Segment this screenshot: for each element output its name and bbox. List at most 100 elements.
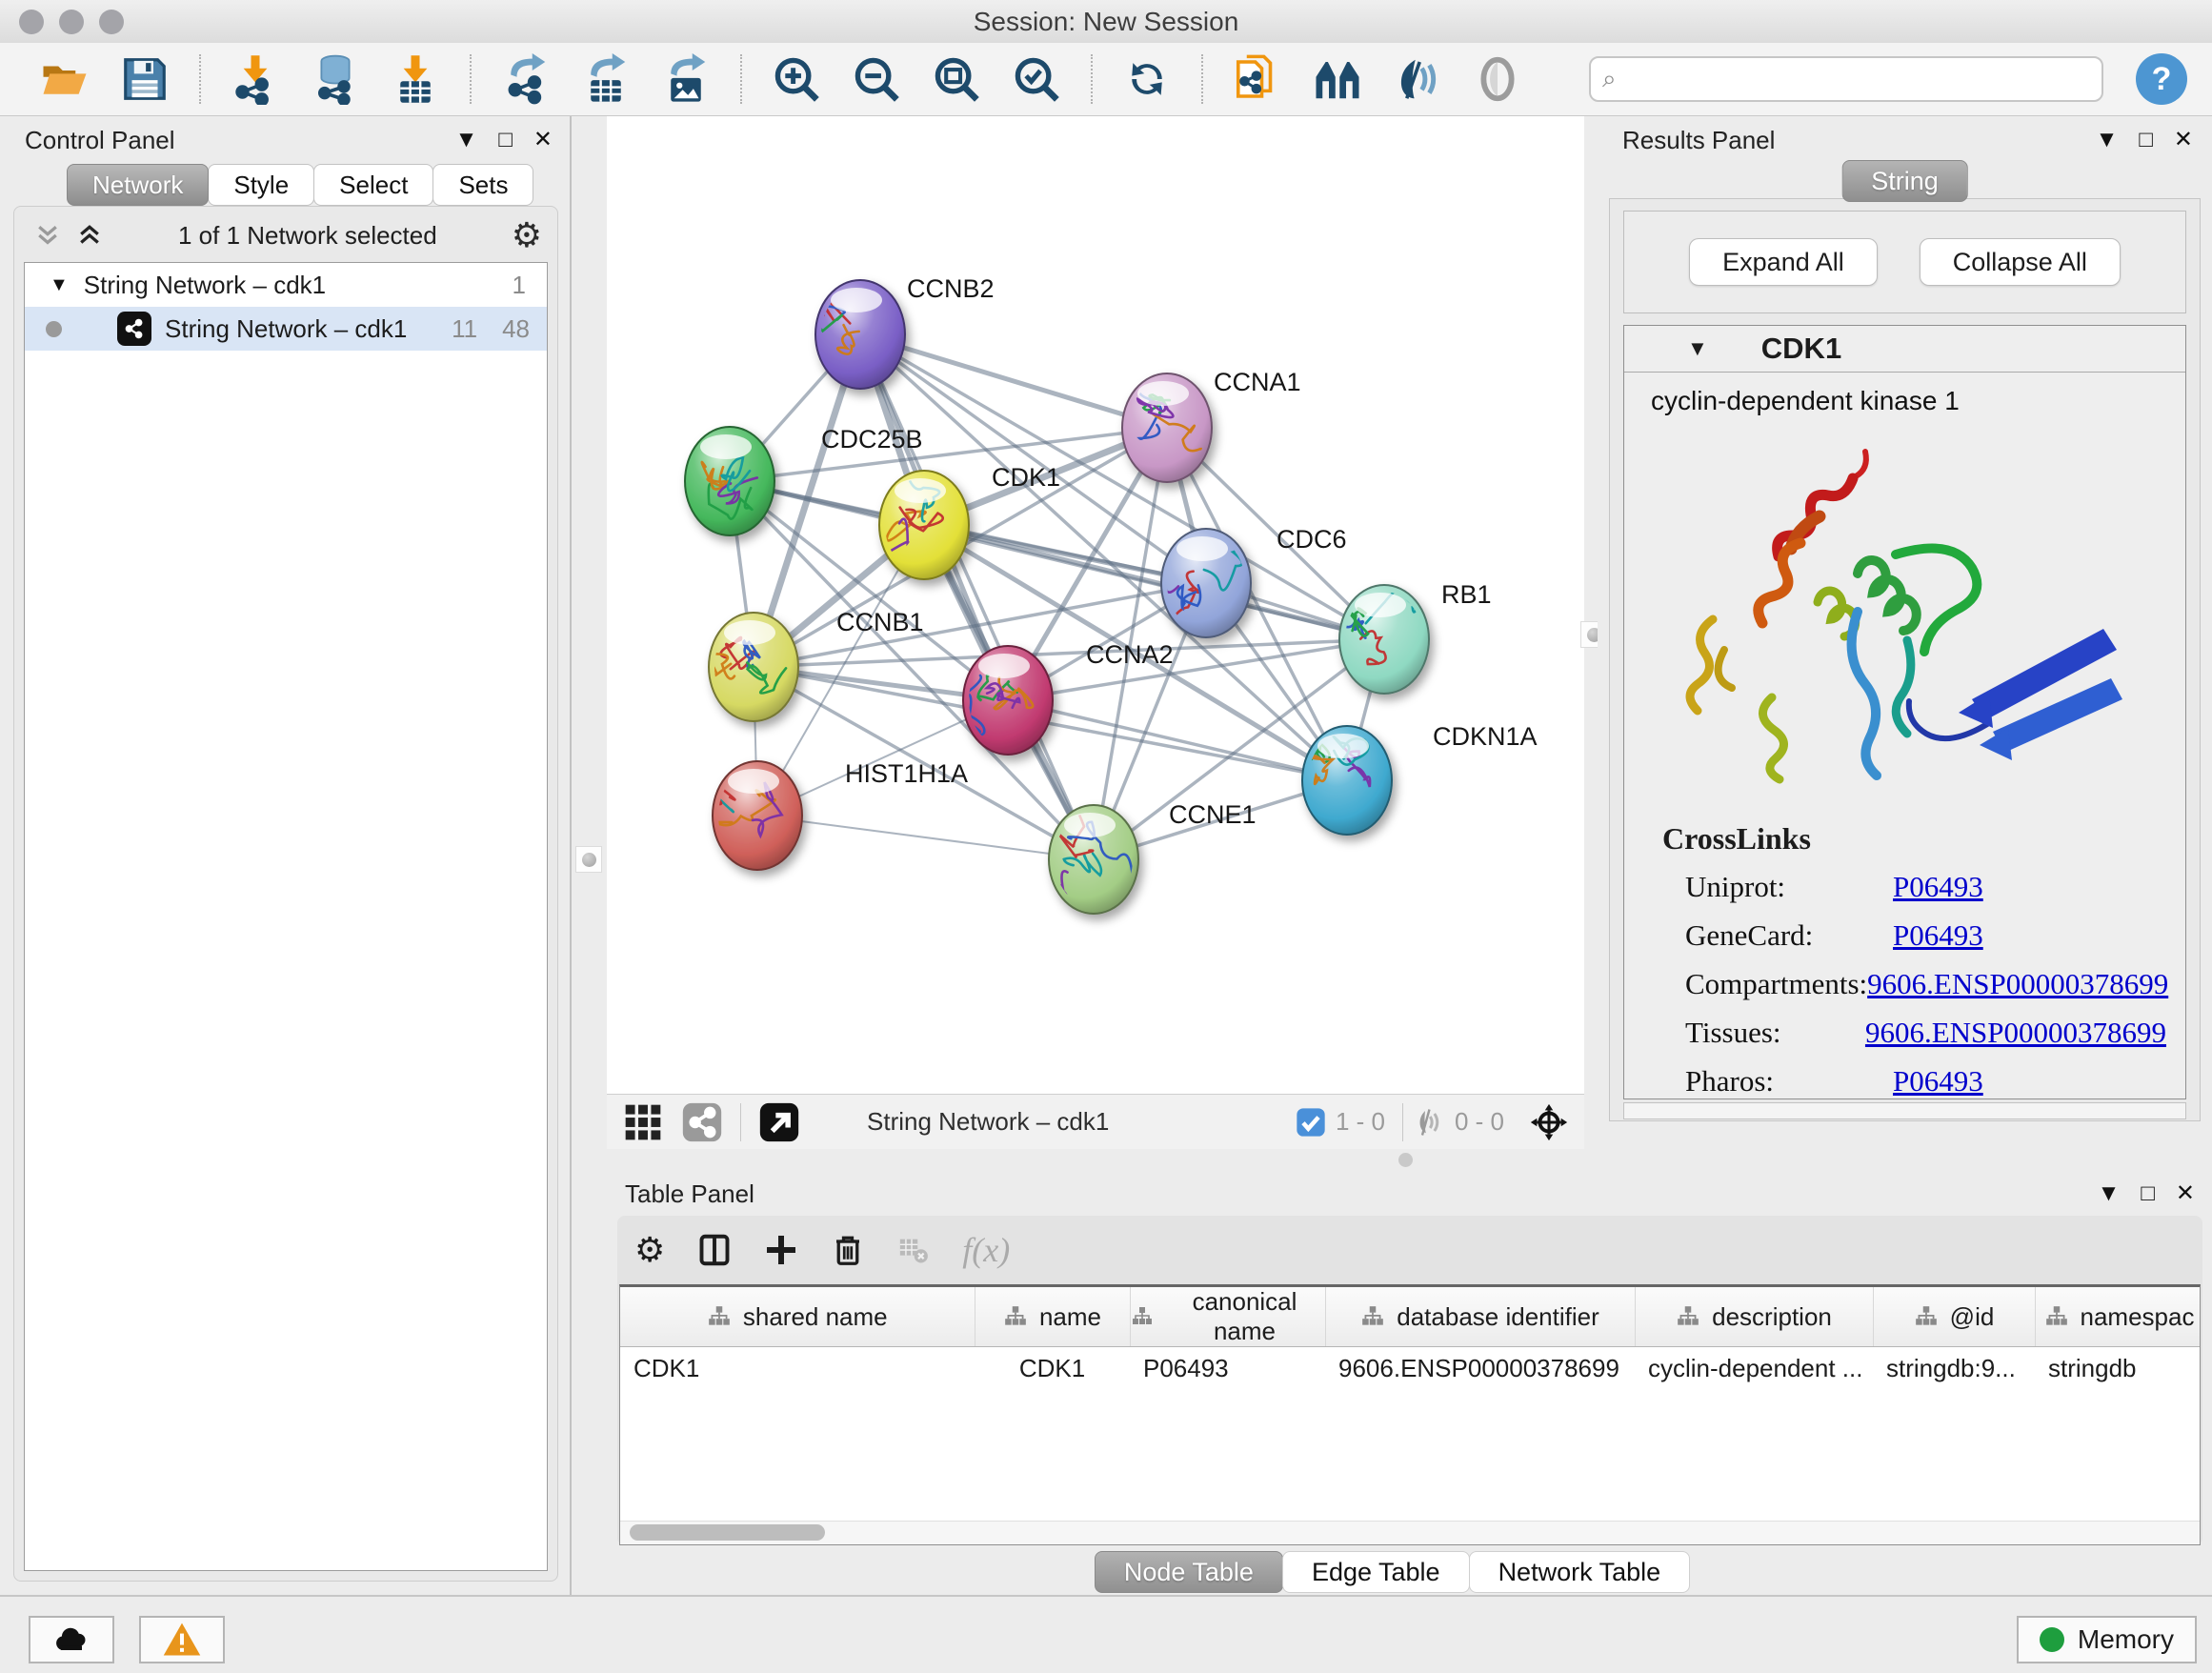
- zoom-out-button[interactable]: [836, 50, 916, 109]
- crosslink-link[interactable]: P06493: [1893, 1064, 1983, 1099]
- export-network-button[interactable]: [486, 50, 566, 109]
- export-table-button[interactable]: [566, 50, 646, 109]
- memory-button[interactable]: Memory: [2017, 1616, 2197, 1663]
- tab-network[interactable]: Network: [67, 164, 209, 206]
- close-panel-icon[interactable]: ✕: [2176, 1179, 2195, 1207]
- panel-menu-icon[interactable]: ▼: [455, 127, 478, 153]
- node-label: RB1: [1441, 580, 1492, 609]
- collapse-all-button[interactable]: Collapse All: [1920, 238, 2121, 286]
- network-node-ccnb2[interactable]: [774, 280, 905, 389]
- fit-content-button[interactable]: [916, 50, 996, 109]
- collapse-all-networks-icon[interactable]: [33, 221, 62, 250]
- expand-collapse-triangle-icon[interactable]: ▼: [50, 274, 69, 296]
- network-node-cdk1[interactable]: [836, 471, 969, 579]
- apply-preferred-layout-button[interactable]: [1107, 50, 1187, 109]
- export-image-button[interactable]: [646, 50, 726, 109]
- column-header[interactable]: description: [1635, 1287, 1873, 1347]
- zoom-selected-button[interactable]: [996, 50, 1076, 109]
- horizontal-splitter-handle[interactable]: [1398, 1153, 1413, 1167]
- table-cell[interactable]: 9606.ENSP00000378699: [1325, 1347, 1635, 1390]
- tab-select[interactable]: Select: [313, 164, 433, 206]
- table-cell[interactable]: stringdb: [2035, 1347, 2201, 1390]
- crosslink-link[interactable]: 9606.ENSP00000378699: [1867, 967, 2168, 1001]
- tab-node-table[interactable]: Node Table: [1095, 1551, 1283, 1593]
- network-node-ccna2[interactable]: [963, 646, 1053, 755]
- entry-header[interactable]: ▼ CDK1: [1624, 326, 2185, 373]
- column-header[interactable]: name: [975, 1287, 1130, 1347]
- table-options-gear-icon[interactable]: ⚙: [634, 1231, 665, 1270]
- zoom-in-button[interactable]: [756, 50, 836, 109]
- crosslink-link[interactable]: P06493: [1893, 918, 1983, 953]
- left-splitter-handle[interactable]: [575, 846, 602, 873]
- panel-menu-icon[interactable]: ▼: [2096, 127, 2119, 153]
- navigate-crosshair-icon[interactable]: [1527, 1100, 1571, 1144]
- import-network-from-file-button[interactable]: [215, 50, 295, 109]
- tab-string[interactable]: String: [1841, 160, 1968, 202]
- network-node-cdc25b[interactable]: [685, 427, 774, 535]
- network-node-rb1[interactable]: [1339, 585, 1429, 694]
- collection-count: 1: [513, 271, 526, 300]
- panel-menu-icon[interactable]: ▼: [2098, 1180, 2121, 1207]
- network-canvas[interactable]: CCNB2CCNA1CDC25BCDK1CDC6RB1CCNB1CCNA2CDK…: [607, 116, 1584, 1094]
- network-collection-row[interactable]: ▼ String Network – cdk1 1: [25, 263, 547, 307]
- table-cell[interactable]: P06493: [1130, 1347, 1325, 1390]
- float-panel-icon[interactable]: □: [2141, 1180, 2155, 1207]
- entry-collapse-triangle-icon[interactable]: ▼: [1687, 336, 1708, 361]
- tab-style[interactable]: Style: [208, 164, 314, 206]
- warning-status-button[interactable]: [139, 1616, 225, 1663]
- network-edge[interactable]: [757, 816, 1094, 859]
- column-header[interactable]: shared name: [620, 1287, 975, 1347]
- save-session-button[interactable]: [105, 50, 185, 109]
- table-cell[interactable]: CDK1: [975, 1347, 1130, 1390]
- table-hscrollbar-thumb[interactable]: [630, 1524, 825, 1541]
- tab-network-table[interactable]: Network Table: [1469, 1551, 1691, 1593]
- column-header[interactable]: canonical name: [1130, 1287, 1325, 1347]
- import-network-from-database-button[interactable]: [295, 50, 375, 109]
- table-cell[interactable]: CDK1: [620, 1347, 975, 1390]
- show-columns-icon[interactable]: [697, 1233, 732, 1267]
- column-header[interactable]: namespac: [2035, 1287, 2201, 1347]
- network-node-cdkn1a[interactable]: [1302, 726, 1392, 835]
- network-node-ccnb1[interactable]: [702, 613, 798, 721]
- table-cell[interactable]: stringdb:9...: [1873, 1347, 2035, 1390]
- open-session-button[interactable]: [25, 50, 105, 109]
- close-panel-icon[interactable]: ✕: [533, 126, 553, 153]
- tab-edge-table[interactable]: Edge Table: [1282, 1551, 1470, 1593]
- delete-column-trash-icon[interactable]: [831, 1233, 865, 1267]
- crosslink-link[interactable]: 9606.ENSP00000378699: [1865, 1016, 2166, 1050]
- column-header[interactable]: database identifier: [1325, 1287, 1635, 1347]
- table-hscrollbar-track[interactable]: [620, 1521, 2200, 1544]
- close-panel-icon[interactable]: ✕: [2174, 126, 2193, 153]
- column-header[interactable]: @id: [1873, 1287, 2035, 1347]
- search-input[interactable]: [1589, 56, 2103, 102]
- cloud-status-button[interactable]: [29, 1616, 114, 1663]
- help-button[interactable]: ?: [2136, 53, 2187, 105]
- results-scrollbar-track[interactable]: [1623, 1102, 2186, 1119]
- float-panel-icon[interactable]: □: [498, 127, 513, 153]
- float-panel-icon[interactable]: □: [2139, 127, 2153, 153]
- crosslink-link[interactable]: P06493: [1893, 870, 1983, 904]
- import-table-from-file-button[interactable]: [375, 50, 455, 109]
- network-options-gear-icon[interactable]: ⚙: [512, 216, 542, 255]
- table-cell[interactable]: cyclin-dependent ...: [1635, 1347, 1873, 1390]
- network-edge[interactable]: [1008, 700, 1347, 780]
- network-view-title: String Network – cdk1: [867, 1107, 1109, 1137]
- network-node-ccne1[interactable]: [1046, 805, 1138, 914]
- expand-all-networks-icon[interactable]: [75, 221, 104, 250]
- network-edge[interactable]: [860, 334, 1167, 428]
- selected-checkbox-icon[interactable]: [1296, 1107, 1326, 1138]
- first-neighbors-button[interactable]: [1297, 50, 1377, 109]
- hide-selection-button[interactable]: [1377, 50, 1458, 109]
- table-row[interactable]: CDK1CDK1P064939606.ENSP00000378699cyclin…: [620, 1347, 2201, 1390]
- new-network-from-selection-button[interactable]: [1217, 50, 1297, 109]
- network-view-icon[interactable]: [681, 1101, 723, 1143]
- crosslinks-heading: CrossLinks: [1662, 821, 2166, 857]
- grid-view-icon[interactable]: [622, 1101, 664, 1143]
- tab-sets[interactable]: Sets: [432, 164, 533, 206]
- show-all-button[interactable]: [1458, 50, 1538, 109]
- network-node-hist1h1a[interactable]: [693, 761, 802, 870]
- network-row-selected[interactable]: String Network – cdk1 11 48: [25, 307, 547, 351]
- birdseye-view-icon[interactable]: [758, 1101, 800, 1143]
- create-column-plus-icon[interactable]: [764, 1233, 798, 1267]
- expand-all-button[interactable]: Expand All: [1689, 238, 1878, 286]
